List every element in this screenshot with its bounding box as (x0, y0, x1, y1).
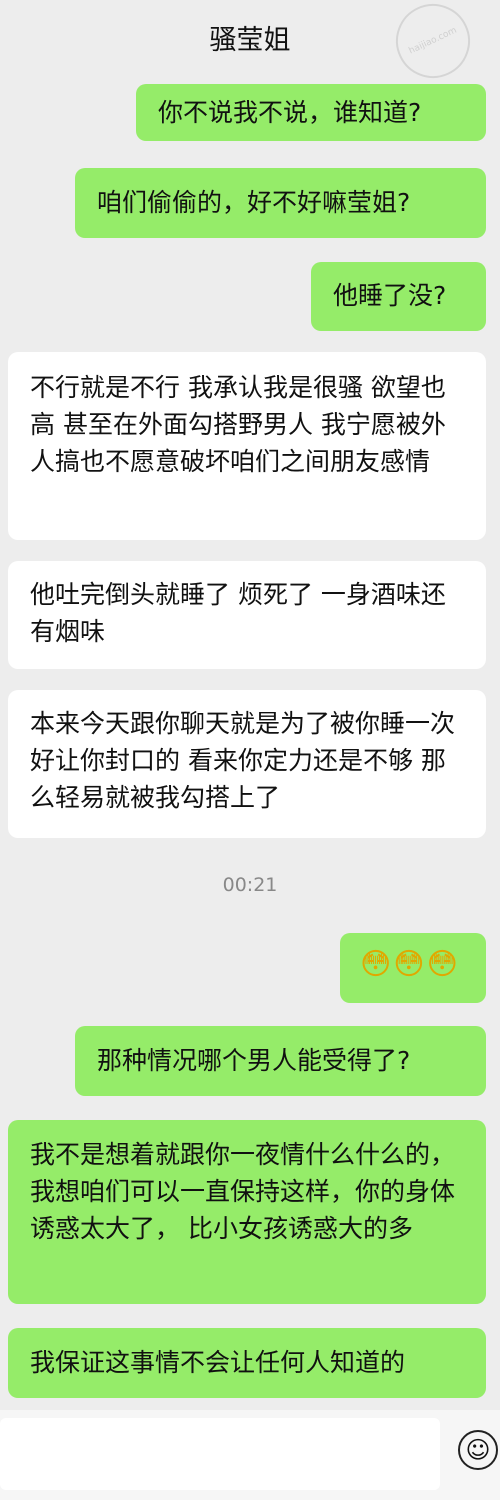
message-bubble-sent[interactable]: 咱们偷偷的，好不好嘛莹姐? (75, 168, 486, 238)
message-input[interactable] (0, 1418, 440, 1490)
message-bubble-sent[interactable]: 我保证这事情不会让任何人知道的 (8, 1328, 486, 1398)
watermark-logo: haijiao.com (383, 0, 483, 91)
flushed-face-icon: 😳 (426, 947, 458, 982)
message-bubble-sent[interactable]: 他睡了没? (311, 262, 486, 331)
message-bubble-sent[interactable]: 那种情况哪个男人能受得了? (75, 1026, 486, 1096)
message-bubble-received[interactable]: 他吐完倒头就睡了 烦死了 一身酒味还有烟味 (8, 561, 486, 669)
smiley-icon[interactable]: ☺ (458, 1430, 498, 1470)
message-bubble-sent-emoji[interactable]: 😳😳😳 (340, 933, 486, 1003)
message-timestamp: 00:21 (222, 874, 278, 896)
message-bubble-received[interactable]: 不行就是不行 我承认我是很骚 欲望也高 甚至在外面勾搭野男人 我宁愿被外人搞也不… (8, 352, 486, 540)
message-bubble-received[interactable]: 本来今天跟你聊天就是为了被你睡一次好让你封口的 看来你定力还是不够 那么轻易就被… (8, 690, 486, 838)
flushed-face-icon: 😳 (360, 947, 392, 982)
message-bubble-sent[interactable]: 我不是想着就跟你一夜情什么什么的， 我想咱们可以一直保持这样，你的身体诱惑太大了… (8, 1120, 486, 1304)
message-bubble-sent[interactable]: 你不说我不说，谁知道? (136, 84, 486, 141)
flushed-face-icon: 😳 (393, 947, 425, 982)
input-bar: ☺ (0, 1410, 500, 1500)
